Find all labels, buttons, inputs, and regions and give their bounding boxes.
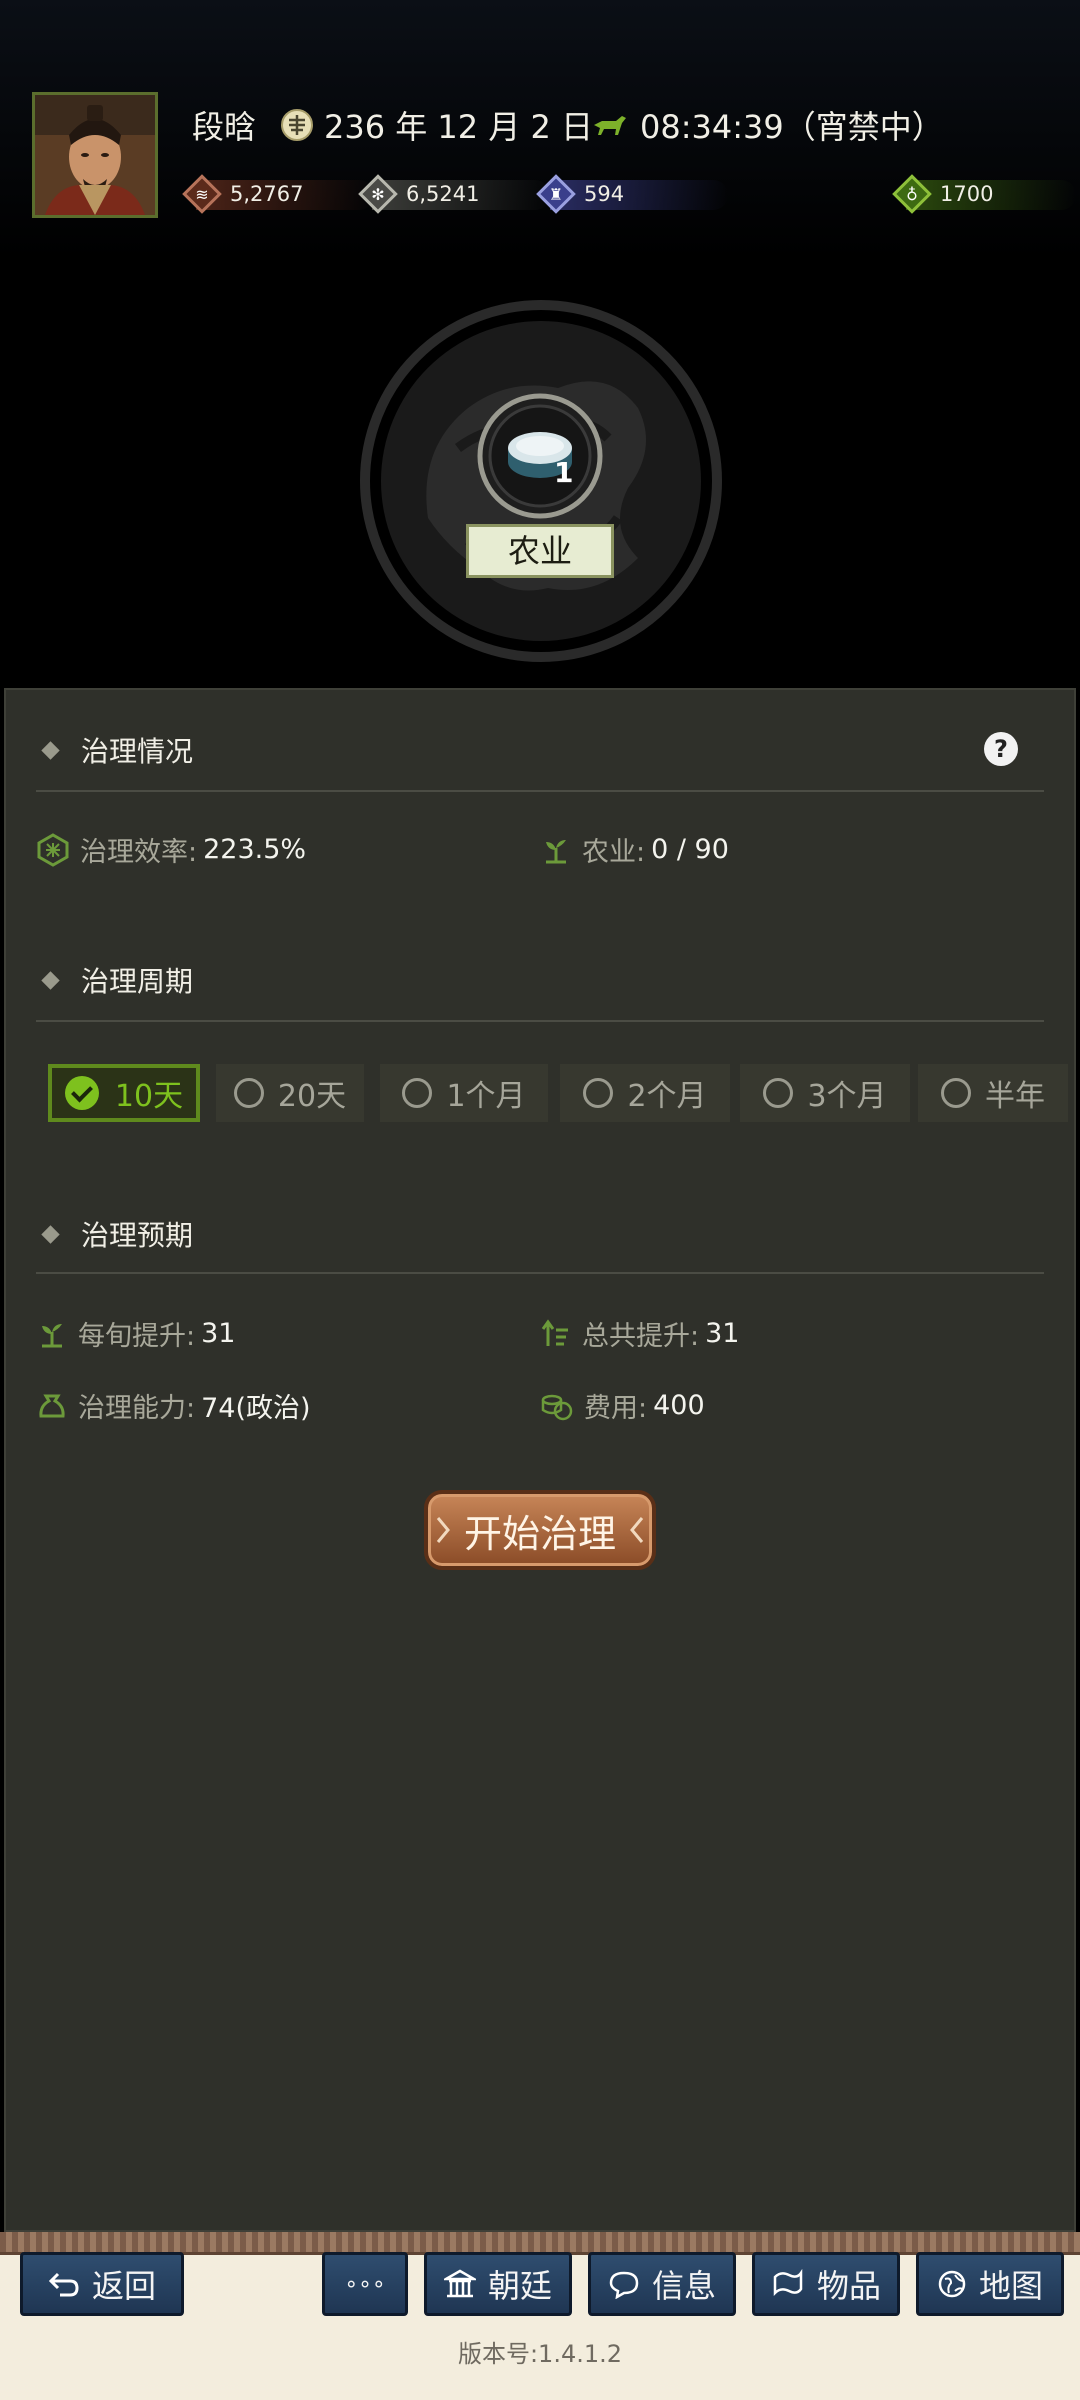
radio-icon: [583, 1078, 614, 1108]
diamond-bullet-icon: [41, 970, 60, 990]
divider: [36, 790, 1044, 792]
period-option-1-month[interactable]: 1个月: [380, 1064, 548, 1122]
governance-panel: [4, 688, 1076, 2232]
chevron-left-icon: [630, 1517, 644, 1543]
center-count: 1: [554, 456, 574, 489]
court-button[interactable]: 朝廷: [424, 2252, 572, 2316]
pouch-icon: [39, 1394, 65, 1417]
start-governance-button[interactable]: 开始治理: [424, 1490, 656, 1570]
map-button[interactable]: 地图: [916, 2252, 1064, 2316]
cost-row: 费用: 400: [540, 1386, 705, 1425]
grain-icon: ✻: [371, 184, 385, 204]
back-arrow-icon: [48, 2270, 80, 2298]
check-icon: [64, 1076, 99, 1110]
center-label: 农业: [466, 524, 614, 578]
chat-bubble-icon: [608, 2269, 640, 2299]
version-label: 版本号:1.4.1.2: [457, 2340, 623, 2368]
growth-icon: [541, 1318, 568, 1346]
game-time: 08:34:39（宵禁中）: [592, 102, 944, 148]
coins-icon: ≋: [195, 184, 209, 204]
globe-icon: [937, 2269, 967, 2299]
special-value: 1700: [940, 182, 994, 206]
money-value: 5,2767: [230, 182, 304, 206]
section-status-title: 治理情况: [41, 730, 193, 770]
food-resource[interactable]: ✻ 6,5241: [358, 172, 550, 216]
period-option-10-days[interactable]: 10天: [48, 1064, 200, 1122]
troops-resource[interactable]: ♜ 594: [536, 172, 728, 216]
section-period-title: 治理周期: [41, 960, 193, 1000]
radio-icon: [941, 1078, 971, 1108]
sprout-icon: [546, 839, 566, 863]
time-text: 08:34:39（宵禁中）: [640, 108, 944, 146]
date-text: 236 年 12 月 2 日: [324, 108, 594, 146]
section-forecast-title: 治理预期: [41, 1214, 193, 1254]
money-resource[interactable]: ≋ 5,2767: [182, 172, 374, 216]
period-option-3-months[interactable]: 3个月: [740, 1064, 910, 1122]
radio-icon: [233, 1078, 264, 1108]
scroll-icon: [771, 2269, 805, 2299]
total-increase-row: 总共提升: 31: [540, 1314, 739, 1353]
radio-icon: [402, 1078, 433, 1108]
sprout-icon: [42, 1323, 62, 1347]
period-option-2-months[interactable]: 2个月: [560, 1064, 730, 1122]
info-button[interactable]: 信息: [588, 2252, 736, 2316]
diamond-bullet-icon: [41, 740, 60, 760]
general-avatar[interactable]: [32, 92, 158, 218]
coins-icon: [541, 1394, 573, 1420]
period-option-20-days[interactable]: 20天: [216, 1064, 364, 1122]
palace-icon: [443, 2269, 476, 2299]
general-name: 段晗: [192, 108, 257, 146]
radio-icon: [763, 1078, 794, 1108]
soldier-icon: ♜: [548, 184, 564, 204]
agriculture-row: 农业: 0 / 90: [540, 830, 729, 869]
food-value: 6,5241: [406, 182, 480, 206]
back-button[interactable]: 返回: [20, 2252, 184, 2316]
horse-icon: [594, 116, 626, 135]
divider: [36, 1272, 1044, 1274]
diamond-bullet-icon: [41, 1224, 60, 1244]
pouch-icon: ♁: [906, 184, 918, 204]
calendar-icon: [281, 109, 313, 141]
troops-value: 594: [584, 182, 625, 206]
ability-row: 治理能力: 74(政治): [36, 1386, 311, 1425]
efficiency-icon: [37, 832, 69, 867]
per-ten-days-row: 每旬提升: 31: [36, 1314, 235, 1353]
divider: [36, 1020, 1044, 1022]
help-icon[interactable]: ?: [984, 732, 1018, 766]
more-button[interactable]: ∘∘∘: [322, 2252, 408, 2316]
game-date: 236 年 12 月 2 日: [280, 102, 593, 148]
special-resource[interactable]: ♁ 1700: [892, 172, 1076, 216]
period-option-half-year[interactable]: 半年: [918, 1064, 1068, 1122]
items-button[interactable]: 物品: [752, 2252, 900, 2316]
chevron-right-icon: [436, 1517, 450, 1543]
agriculture-icon[interactable]: [476, 392, 604, 520]
efficiency-row: 治理效率: 223.5%: [36, 830, 306, 869]
